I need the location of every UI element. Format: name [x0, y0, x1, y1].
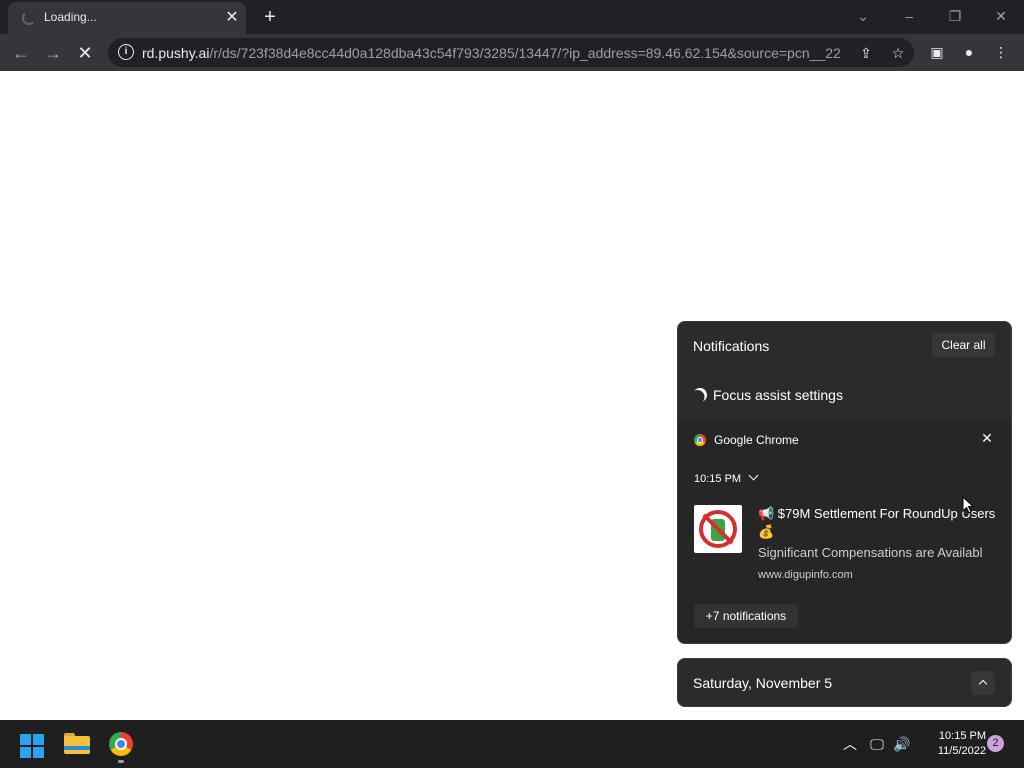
- folder-stripe: [64, 746, 90, 750]
- folder-body: [64, 736, 90, 754]
- browser-tab[interactable]: Loading... ✕: [8, 2, 246, 34]
- calendar-date: Saturday, November 5: [693, 675, 833, 691]
- stop-icon[interactable]: ✕: [72, 40, 98, 66]
- file-explorer-button[interactable]: [64, 732, 90, 756]
- browser-toolbar: ← → ✕ i rd.pushy.ai/r/ds/723f38d4e8cc44d…: [0, 34, 1024, 71]
- close-icon[interactable]: ✕: [989, 4, 1013, 28]
- focus-assist-label: Focus assist settings: [713, 387, 843, 403]
- loading-spinner-icon: [22, 11, 36, 25]
- dismiss-notification-icon[interactable]: ✕: [978, 429, 996, 447]
- profile-icon[interactable]: ●: [958, 41, 980, 63]
- moon-icon: [691, 386, 709, 404]
- taskbar: ︿ 🖵 🔊 10:15 PM 11/5/2022 2: [0, 720, 1024, 768]
- notifications-heading: Notifications: [693, 338, 770, 354]
- expand-chevron-icon: [748, 470, 759, 481]
- notification-card[interactable]: Google Chrome ✕ 10:15 PM 📢 $79M Settleme…: [678, 419, 1011, 643]
- notification-body: Significant Compensations are Availabl: [758, 545, 983, 560]
- chrome-icon: [109, 732, 133, 756]
- menu-icon[interactable]: ⋮: [990, 41, 1012, 63]
- minimize-icon[interactable]: –: [897, 4, 921, 28]
- browser-titlebar: Loading... ✕ + ⌄ – ❐ ✕: [0, 0, 1024, 34]
- tab-title: Loading...: [44, 10, 97, 24]
- back-icon[interactable]: ←: [8, 40, 34, 66]
- clock-date: 11/5/2022: [937, 745, 986, 757]
- network-icon[interactable]: 🖵: [867, 734, 887, 754]
- forward-icon[interactable]: →: [40, 40, 66, 66]
- url-text[interactable]: rd.pushy.ai/r/ds/723f38d4e8cc44d0a128dba…: [142, 45, 842, 61]
- notification-time: 10:15 PM: [694, 473, 742, 485]
- address-bar[interactable]: i rd.pushy.ai/r/ds/723f38d4e8cc44d0a128d…: [108, 38, 914, 67]
- url-path: /r/ds/723f38d4e8cc44d0a128dba43c54f793/3…: [209, 45, 842, 61]
- tab-close-icon[interactable]: ✕: [222, 8, 242, 28]
- start-button[interactable]: [20, 734, 44, 758]
- focus-assist-settings-link[interactable]: Focus assist settings: [693, 385, 843, 405]
- notification-center: Notifications Clear all Focus assist set…: [677, 321, 1012, 644]
- taskbar-clock[interactable]: 10:15 PM 11/5/2022: [920, 729, 986, 759]
- url-host: rd.pushy.ai: [142, 45, 210, 61]
- chevron-up-icon: [978, 679, 988, 689]
- tray-overflow-chevron-icon[interactable]: ︿: [840, 734, 860, 754]
- windows-logo-tile: [33, 747, 44, 758]
- notification-count-badge[interactable]: 2: [987, 735, 1004, 752]
- windows-logo-tile: [33, 734, 44, 745]
- notification-site: www.digupinfo.com: [758, 569, 853, 581]
- volume-icon[interactable]: 🔊: [892, 734, 912, 754]
- side-panel-icon[interactable]: ▣: [926, 41, 948, 63]
- windows-logo-icon: [20, 734, 31, 745]
- notification-app-name: Google Chrome: [714, 433, 799, 447]
- notification-time-toggle[interactable]: 10:15 PM: [694, 470, 759, 487]
- clear-all-button[interactable]: Clear all: [932, 333, 995, 357]
- windows-logo-tile: [20, 747, 31, 758]
- more-notifications-button[interactable]: +7 notifications: [694, 604, 798, 628]
- running-indicator: [118, 760, 124, 763]
- calendar-expand-button[interactable]: [971, 671, 995, 695]
- chrome-taskbar-button[interactable]: [109, 732, 135, 763]
- site-info-icon[interactable]: i: [118, 44, 134, 60]
- chrome-icon: [694, 434, 706, 446]
- calendar-panel[interactable]: Saturday, November 5: [677, 658, 1012, 707]
- star-icon[interactable]: ☆: [888, 43, 908, 63]
- restore-icon[interactable]: ❐: [943, 4, 967, 28]
- new-tab-button[interactable]: +: [258, 5, 282, 29]
- notification-app-row: Google Chrome: [694, 431, 799, 449]
- clock-time: 10:15 PM: [938, 730, 986, 742]
- share-icon[interactable]: ⇪: [856, 43, 876, 63]
- notification-image: [694, 505, 742, 553]
- chevron-down-icon[interactable]: ⌄: [851, 4, 875, 28]
